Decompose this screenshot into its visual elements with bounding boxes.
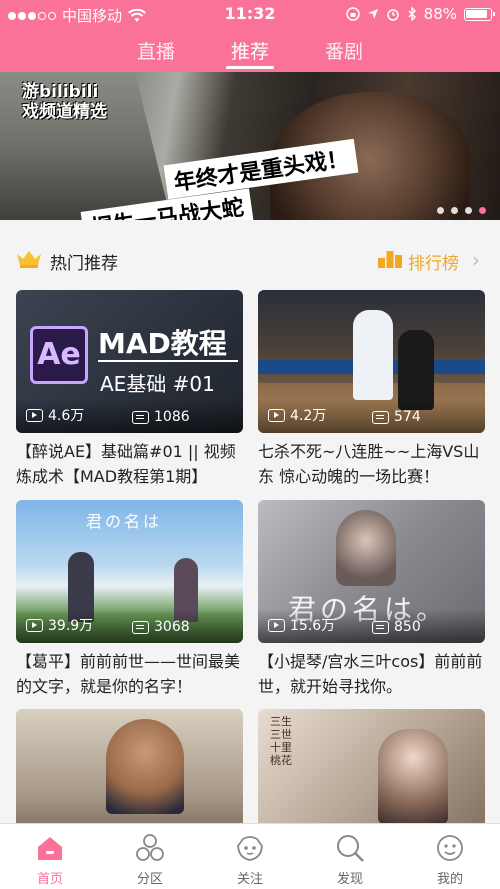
danmaku-icon	[132, 620, 149, 634]
battery-percent: 88%	[423, 5, 457, 23]
banner-dot	[451, 207, 458, 214]
play-count-icon	[268, 618, 285, 632]
video-thumbnail[interactable]: Ae MAD教程 AE基础 #01 4.6万 1086	[16, 290, 243, 433]
video-thumbnail[interactable]: 君の名は。 15.6万 850	[258, 500, 485, 643]
search-icon	[337, 835, 364, 862]
banner-dot-active	[479, 207, 486, 214]
bottom-tab-category[interactable]: 分区	[100, 824, 200, 889]
danmaku-count: 574	[372, 409, 421, 425]
top-tab-bar: 直播 推荐 番剧	[0, 28, 500, 72]
video-title[interactable]: 【葛平】前前前世——世间最美的文字，就是你的名字！	[16, 649, 246, 699]
location-icon	[367, 9, 378, 19]
category-icon	[136, 834, 164, 861]
play-count-icon	[26, 618, 43, 632]
bottom-tab-discover[interactable]: 发现	[300, 824, 400, 889]
bottom-tab-follow[interactable]: 关注	[200, 824, 300, 889]
lock-rotation-icon	[345, 7, 360, 21]
alarm-icon	[386, 9, 399, 21]
profile-icon	[437, 835, 463, 861]
ranking-icon[interactable]	[378, 250, 402, 268]
ranking-link[interactable]: 排行榜	[408, 249, 459, 274]
section-title: 热门推荐	[50, 254, 118, 274]
active-tab-indicator	[226, 66, 274, 69]
danmaku-icon	[372, 620, 389, 634]
character-figure	[106, 719, 184, 814]
danmaku-count: 850	[372, 619, 421, 635]
view-count: 15.6万	[268, 615, 335, 635]
bottom-tab-profile[interactable]: 我的	[400, 824, 500, 889]
ae-logo: Ae	[30, 326, 88, 384]
banner-page-indicator	[437, 207, 486, 214]
view-count: 4.2万	[268, 405, 326, 425]
home-icon	[38, 837, 62, 860]
crown-icon	[17, 251, 41, 268]
play-count-icon	[268, 408, 285, 422]
danmaku-count: 1086	[132, 409, 190, 425]
tab-live[interactable]: 直播	[116, 37, 196, 64]
status-right: 88%	[345, 5, 495, 23]
bottom-tab-home[interactable]: 首页	[0, 824, 100, 889]
play-count-icon	[26, 408, 43, 422]
video-thumbnail[interactable]: 君の名は 39.9万 3068	[16, 500, 243, 643]
thumbnail-text: 三生三世十里桃花	[270, 715, 292, 767]
bottom-tab-bar: 首页 分区 关注 发现 我的	[0, 823, 500, 889]
thumbnail-subtext: AE基础 #01	[100, 372, 215, 396]
thumbnail-text: MAD教程	[98, 327, 227, 360]
follow-icon	[237, 836, 263, 861]
tab-anime[interactable]: 番剧	[304, 37, 384, 64]
danmaku-icon	[132, 410, 149, 424]
thumbnail-text: 君の名は	[86, 512, 163, 531]
chevron-right-icon[interactable]: ›	[472, 248, 480, 272]
bluetooth-icon	[408, 7, 416, 21]
banner-logo: 游bilibili 戏频道精选	[22, 82, 107, 122]
danmaku-count: 3068	[132, 619, 190, 635]
promo-banner[interactable]: 游bilibili 戏频道精选 年终才是重头戏！ 桐生一马战大蛇	[0, 72, 500, 220]
tab-recommend[interactable]: 推荐	[210, 37, 290, 64]
hot-recommend-header: 热门推荐 排行榜 ›	[0, 234, 500, 280]
character-figure	[378, 729, 448, 824]
view-count: 39.9万	[26, 615, 93, 635]
battery-icon	[464, 7, 495, 21]
video-title[interactable]: 【醉说AE】基础篇#01 || 视频炼成术【MAD教程第1期】	[16, 439, 246, 489]
view-count: 4.6万	[26, 405, 84, 425]
video-title[interactable]: 【小提琴/宫水三叶cos】前前前世，就开始寻找你。	[258, 649, 488, 699]
banner-dot	[465, 207, 472, 214]
video-thumbnail[interactable]: 4.2万 574	[258, 290, 485, 433]
player-figure	[398, 330, 434, 410]
banner-dot	[437, 207, 444, 214]
status-bar: 中国移动 11:32 88%	[0, 0, 500, 28]
character-figure	[336, 510, 396, 586]
danmaku-icon	[372, 410, 389, 424]
video-title[interactable]: 七杀不死~八连胜~~上海VS山东 惊心动魄的一场比赛！	[258, 439, 488, 489]
player-figure	[353, 310, 393, 400]
